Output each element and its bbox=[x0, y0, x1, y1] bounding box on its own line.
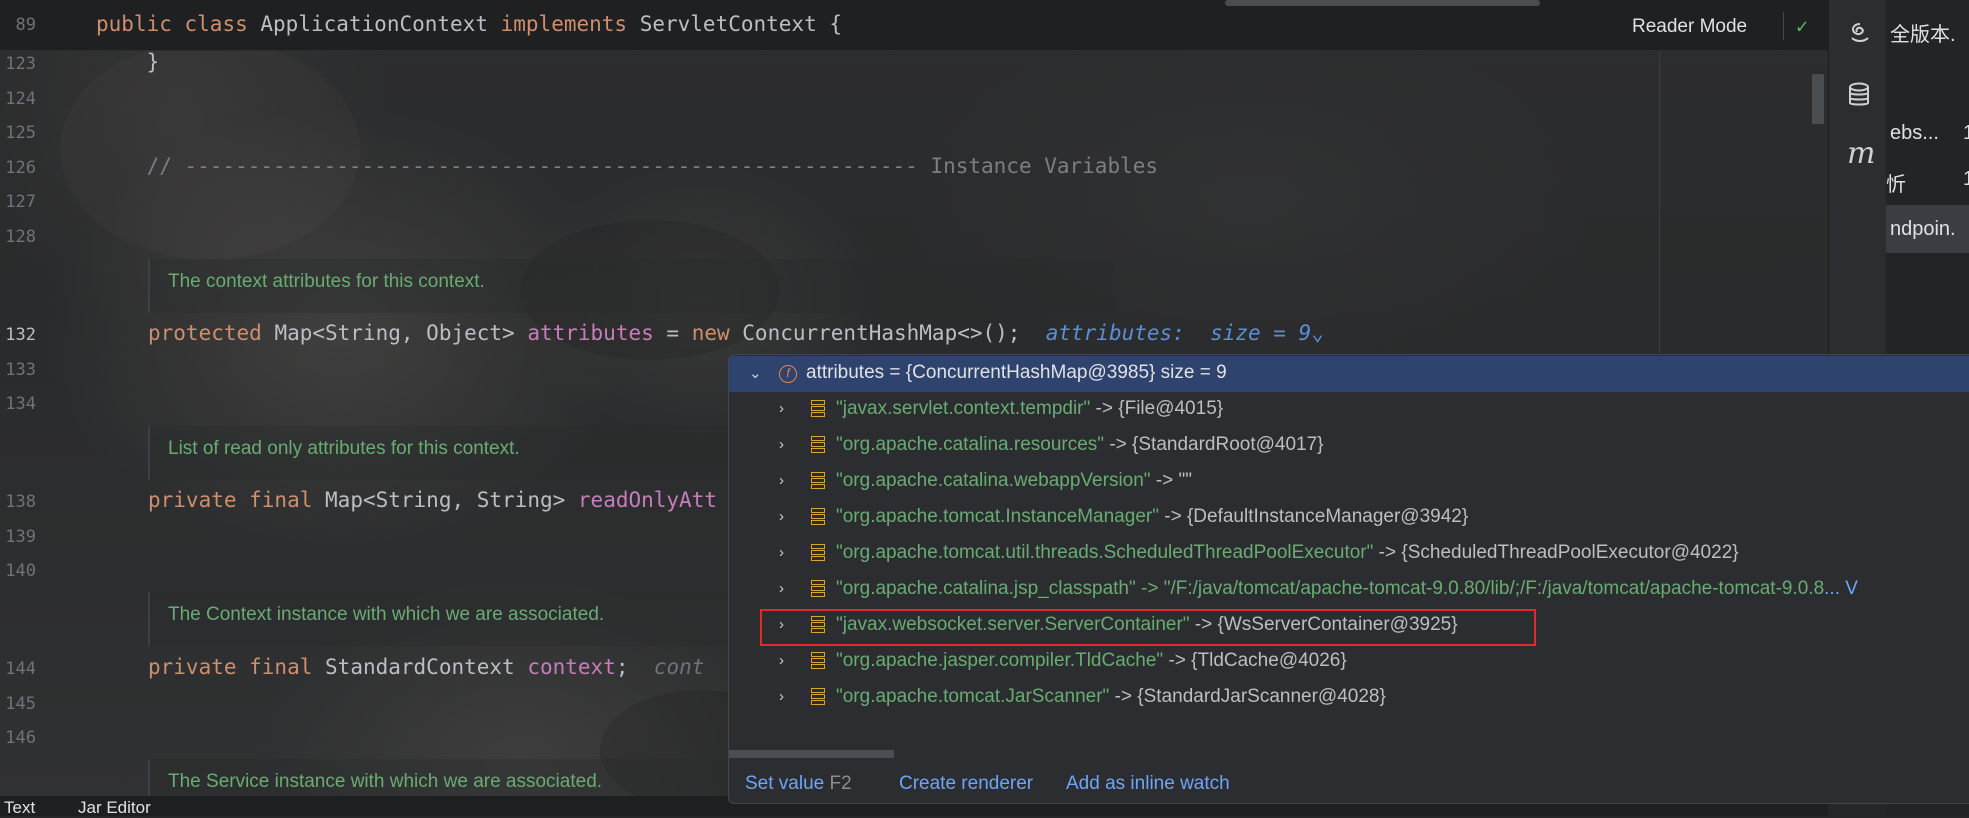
chevron-down-icon[interactable]: ⌄ bbox=[1311, 321, 1324, 345]
map-entry-icon bbox=[811, 544, 825, 563]
chevron-right-icon[interactable]: › bbox=[779, 436, 795, 454]
tab-jar-editor[interactable]: Jar Editor bbox=[78, 798, 151, 818]
tool-window-strip: m bbox=[1828, 0, 1887, 360]
line-number: 128 bbox=[5, 227, 36, 247]
map-entry-icon bbox=[811, 508, 825, 527]
panel-item[interactable]: 全版本. bbox=[1890, 18, 1956, 47]
check-icon[interactable]: ✓ bbox=[1796, 14, 1808, 38]
chevron-right-icon[interactable]: › bbox=[779, 400, 795, 418]
panel-count: 1 bbox=[1963, 122, 1969, 144]
create-renderer-link[interactable]: Create renderer bbox=[899, 773, 1033, 795]
map-entry-icon bbox=[811, 688, 825, 707]
toolbar-separator bbox=[1783, 12, 1784, 40]
chevron-down-icon[interactable]: ⌄ bbox=[749, 364, 765, 382]
doc-comment: The context attributes for this context. bbox=[148, 259, 1115, 313]
tree-row[interactable]: › "org.apache.jasper.compiler.TldCache" … bbox=[729, 644, 1969, 680]
tree-root-row[interactable]: ⌄ f attributes = {ConcurrentHashMap@3985… bbox=[729, 356, 1969, 392]
panel-count: 1 bbox=[1963, 168, 1969, 190]
code-line: private final Map<String, String> readOn… bbox=[148, 488, 717, 512]
line-number: 124 bbox=[5, 89, 36, 109]
inline-debug-hint[interactable]: attributes: size = 9 bbox=[1046, 321, 1312, 345]
add-inline-watch-link[interactable]: Add as inline watch bbox=[1066, 773, 1230, 795]
map-entry-icon bbox=[811, 472, 825, 491]
view-link[interactable]: ... V bbox=[1824, 578, 1858, 599]
line-number: 138 bbox=[5, 492, 36, 512]
reader-mode-button[interactable]: Reader Mode bbox=[1632, 16, 1747, 38]
tree-row[interactable]: › "org.apache.catalina.resources" -> {St… bbox=[729, 428, 1969, 464]
panel-item[interactable]: ndpoin. bbox=[1890, 218, 1956, 241]
database-icon[interactable] bbox=[1847, 82, 1871, 114]
class-declaration: public class ApplicationContext implemen… bbox=[96, 12, 843, 36]
chevron-right-icon[interactable]: › bbox=[779, 652, 795, 670]
code-line: protected Map<String, Object> attributes… bbox=[148, 321, 1324, 345]
line-number: 139 bbox=[5, 527, 36, 547]
line-number: 123 bbox=[5, 54, 36, 74]
line-number: 132 bbox=[5, 325, 36, 345]
tree-row[interactable]: › "org.apache.tomcat.InstanceManager" ->… bbox=[729, 500, 1969, 536]
code-line: private final StandardContext context; c… bbox=[148, 655, 705, 679]
chevron-right-icon[interactable]: › bbox=[779, 472, 795, 490]
line-number: 126 bbox=[5, 158, 36, 178]
vertical-scrollbar[interactable] bbox=[1812, 74, 1824, 124]
line-number: 140 bbox=[5, 561, 36, 581]
maven-icon[interactable]: m bbox=[1847, 136, 1875, 171]
line-number: 125 bbox=[5, 123, 36, 143]
chevron-right-icon[interactable]: › bbox=[779, 544, 795, 562]
line-number: 133 bbox=[5, 360, 36, 380]
map-entry-icon bbox=[811, 652, 825, 671]
popup-horizontal-scrollbar[interactable] bbox=[729, 750, 894, 758]
root-variable: attributes = {ConcurrentHashMap@3985} si… bbox=[806, 362, 1227, 383]
tree-row[interactable]: › "org.apache.tomcat.JarScanner" -> {Sta… bbox=[729, 680, 1969, 716]
tab-text[interactable]: Text bbox=[4, 798, 35, 818]
line-number: 89 bbox=[15, 15, 36, 35]
debug-variable-popup[interactable]: ⌄ f attributes = {ConcurrentHashMap@3985… bbox=[728, 354, 1969, 804]
horizontal-scrollbar[interactable] bbox=[1225, 0, 1540, 6]
tree-row[interactable]: › "javax.servlet.context.tempdir" -> {Fi… bbox=[729, 392, 1969, 428]
map-entry-icon bbox=[811, 580, 825, 599]
field-icon: f bbox=[779, 365, 797, 383]
map-entry-icon bbox=[811, 436, 825, 455]
line-number: 144 bbox=[5, 659, 36, 679]
line-number: 145 bbox=[5, 694, 36, 714]
code-line: } bbox=[96, 50, 160, 74]
highlight-box bbox=[760, 609, 1536, 646]
comment-line: // -------------------------------------… bbox=[96, 154, 1159, 178]
set-value-link[interactable]: Set value F2 bbox=[745, 773, 852, 795]
chevron-right-icon[interactable]: › bbox=[779, 688, 795, 706]
tree-row[interactable]: › "org.apache.catalina.webappVersion" ->… bbox=[729, 464, 1969, 500]
chevron-right-icon[interactable]: › bbox=[779, 508, 795, 526]
tree-row[interactable]: › "org.apache.tomcat.util.threads.Schedu… bbox=[729, 536, 1969, 572]
line-number: 134 bbox=[5, 394, 36, 414]
chevron-right-icon[interactable]: › bbox=[779, 580, 795, 598]
ai-assistant-icon[interactable] bbox=[1847, 20, 1873, 52]
line-number: 127 bbox=[5, 192, 36, 212]
panel-item[interactable]: ebs... bbox=[1890, 122, 1939, 145]
panel-item: 忻 bbox=[1886, 174, 1906, 196]
tree-row[interactable]: › "org.apache.catalina.jsp_classpath" ->… bbox=[729, 572, 1969, 608]
line-number: 146 bbox=[5, 728, 36, 748]
sticky-header-line[interactable]: 89 public class ApplicationContext imple… bbox=[0, 0, 1828, 51]
map-entry-icon bbox=[811, 400, 825, 419]
